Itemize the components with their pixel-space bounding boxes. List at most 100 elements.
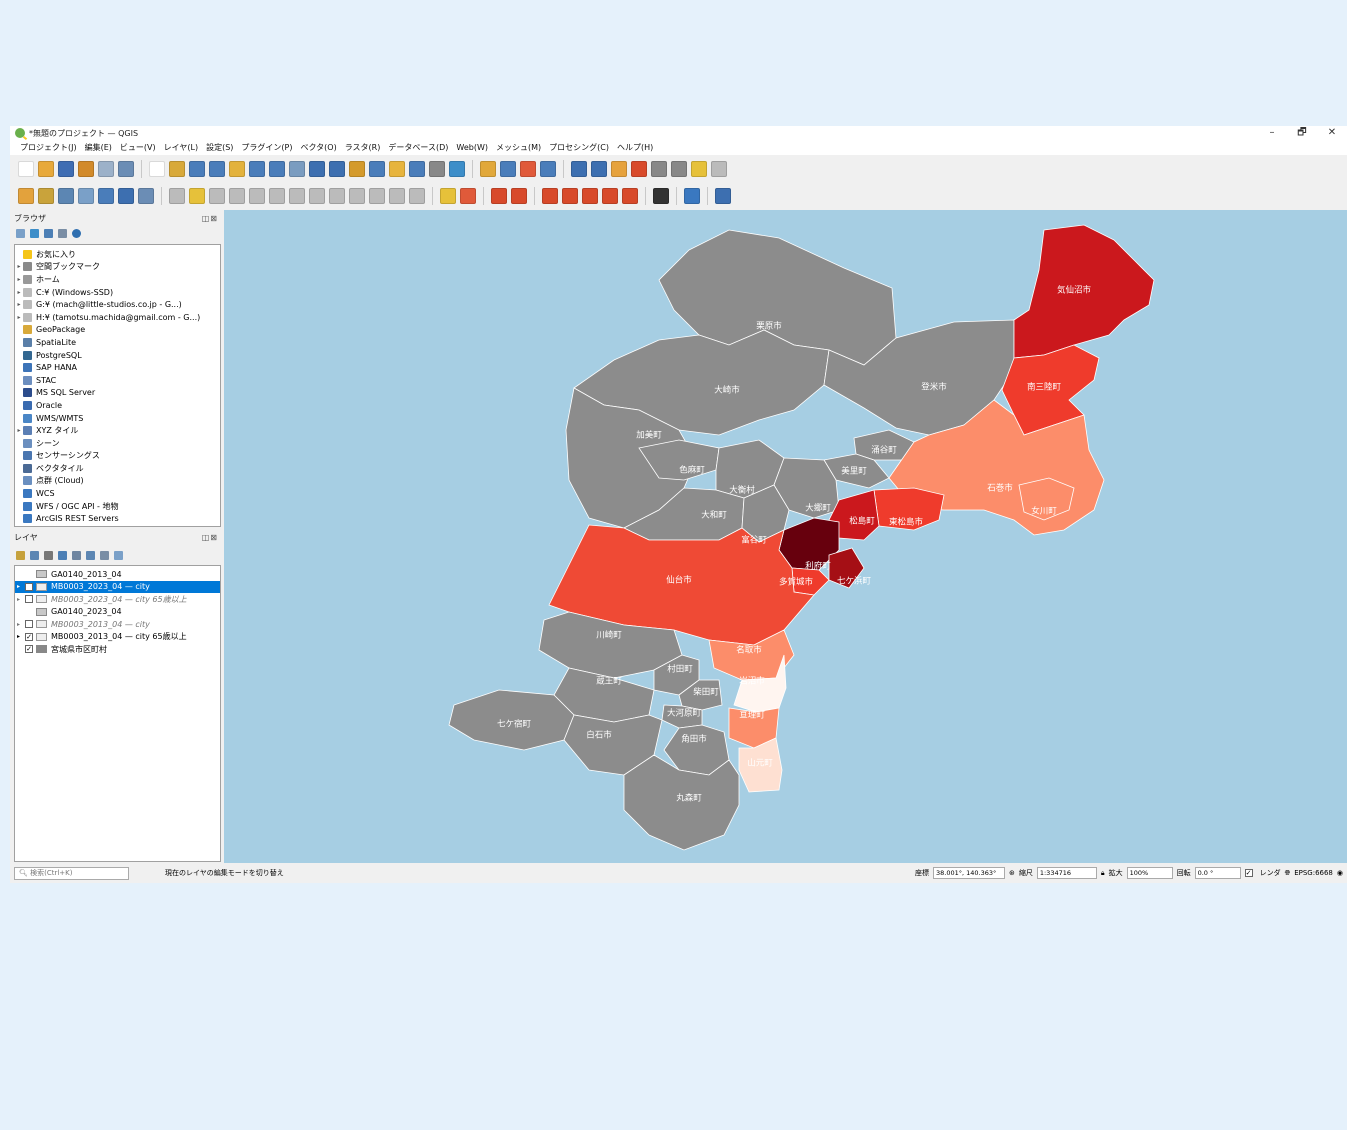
toolbar-tool-icon[interactable]: [209, 188, 225, 204]
refresh-icon[interactable]: [449, 161, 465, 177]
menu-item[interactable]: ラスタ(R): [345, 142, 381, 153]
visibility-icon[interactable]: [44, 550, 53, 560]
toolbar-tool-icon[interactable]: [78, 188, 94, 204]
layer-item[interactable]: GA0140_2023_04: [15, 606, 220, 619]
zoom-out-icon[interactable]: [209, 161, 225, 177]
scale-combo[interactable]: 1:334716: [1036, 867, 1097, 879]
browser-item[interactable]: MS SQL Server: [15, 387, 220, 400]
expand-arrow-icon[interactable]: ▸: [17, 633, 25, 640]
toolbar-tool-icon[interactable]: [309, 188, 325, 204]
browser-item[interactable]: ▸ 空間ブックマーク: [15, 261, 220, 274]
toolbar-tool-icon[interactable]: [369, 188, 385, 204]
maximize-button[interactable]: 🗗: [1287, 126, 1317, 140]
info-icon[interactable]: [72, 228, 81, 238]
browser-item[interactable]: 点群 (Cloud): [15, 475, 220, 488]
open-project-icon[interactable]: [38, 161, 54, 177]
layer-item[interactable]: 宮城県市区町村: [15, 643, 220, 656]
rotation-spinbox[interactable]: 0.0 °: [1194, 867, 1241, 879]
collapse-all-icon[interactable]: [100, 550, 109, 560]
toolbar-tool-icon[interactable]: [138, 188, 154, 204]
measure-icon[interactable]: [671, 161, 687, 177]
menu-item[interactable]: メッシュ(M): [496, 142, 541, 153]
show-bookmarks-icon[interactable]: [409, 161, 425, 177]
toolbar-tool-icon[interactable]: [511, 188, 527, 204]
temporal-controller-icon[interactable]: [429, 161, 445, 177]
layer-item[interactable]: ▸ MB0003_2023_04 — city 65歳以上: [15, 593, 220, 606]
toolbar-tool-icon[interactable]: [329, 188, 345, 204]
layer-item[interactable]: ▸ MB0003_2013_04 — city 65歳以上: [15, 631, 220, 644]
toolbar-tool-icon[interactable]: [491, 188, 507, 204]
menu-item[interactable]: Web(W): [456, 143, 488, 152]
lock-icon[interactable]: 🔒︎: [1101, 869, 1105, 878]
toolbox-icon[interactable]: [611, 161, 627, 177]
coordinate-field[interactable]: 38.001°, 140.363°: [932, 867, 1005, 879]
pan-icon[interactable]: [149, 161, 165, 177]
zoom-last-icon[interactable]: [309, 161, 325, 177]
toolbar-tool-icon[interactable]: [542, 188, 558, 204]
crs-button[interactable]: EPSG:6668: [1294, 869, 1333, 877]
toolbar-tool-icon[interactable]: [118, 188, 134, 204]
toolbar-tool-icon[interactable]: [349, 188, 365, 204]
toolbar-tool-icon[interactable]: [98, 188, 114, 204]
miyagi-map[interactable]: 栗原市大崎市 登米市加美町色麻町 涌谷町美里町大衡村大和町 大郷町富谷町 気仙沼市南三陸…: [224, 210, 1347, 863]
browser-item[interactable]: ▸ ホーム: [15, 273, 220, 286]
toolbar-tool-icon[interactable]: [409, 188, 425, 204]
expand-arrow-icon[interactable]: ▸: [15, 289, 23, 296]
toolbar-tool-icon[interactable]: [582, 188, 598, 204]
menu-item[interactable]: 編集(E): [85, 142, 112, 153]
expand-arrow-icon[interactable]: ▸: [17, 621, 25, 628]
browser-item[interactable]: WMS/WMTS: [15, 412, 220, 425]
select-location-icon[interactable]: [540, 161, 556, 177]
new-print-layout-icon[interactable]: [78, 161, 94, 177]
zoom-full-icon[interactable]: [229, 161, 245, 177]
expand-arrow-icon[interactable]: ▸: [15, 427, 23, 434]
locator-search-input[interactable]: 🔍︎ 検索(Ctrl+K): [14, 866, 129, 880]
toolbar-tool-icon[interactable]: [189, 188, 205, 204]
toolbar-tool-icon[interactable]: [622, 188, 638, 204]
toolbar-tool-icon[interactable]: [269, 188, 285, 204]
zoom-layer-icon[interactable]: [269, 161, 285, 177]
layer-visibility-checkbox[interactable]: [25, 620, 33, 629]
expand-arrow-icon[interactable]: ▸: [15, 301, 23, 308]
toolbar-tool-icon[interactable]: [602, 188, 618, 204]
expand-arrow-icon[interactable]: ▸: [17, 596, 25, 603]
zoom-next-icon[interactable]: [329, 161, 345, 177]
close-button[interactable]: ✕: [1317, 126, 1347, 140]
style-manager-icon[interactable]: [118, 161, 134, 177]
browser-item[interactable]: SpatiaLite: [15, 336, 220, 349]
toolbar-tool-icon[interactable]: [389, 188, 405, 204]
field-calculator-icon[interactable]: [651, 161, 667, 177]
menu-item[interactable]: 設定(S): [206, 142, 233, 153]
browser-item[interactable]: ▸ XYZ タイル: [15, 424, 220, 437]
menu-item[interactable]: ヘルプ(H): [617, 142, 653, 153]
style-icon[interactable]: [16, 550, 25, 560]
expression-filter-icon[interactable]: [72, 550, 81, 560]
toolbar-tool-icon[interactable]: [460, 188, 476, 204]
filter-icon[interactable]: [44, 228, 53, 238]
messages-icon[interactable]: ◉: [1337, 869, 1343, 877]
browser-item[interactable]: センサーシングス: [15, 450, 220, 463]
locator-icon[interactable]: [711, 161, 727, 177]
menu-item[interactable]: レイヤ(L): [164, 142, 198, 153]
browser-item[interactable]: お気に入り: [15, 248, 220, 261]
magnifier-spinbox[interactable]: 100%: [1126, 867, 1173, 879]
attribute-table-icon[interactable]: [591, 161, 607, 177]
menu-item[interactable]: プラグイン(P): [241, 142, 292, 153]
browser-item[interactable]: GeoPackage: [15, 324, 220, 337]
expand-arrow-icon[interactable]: ▸: [17, 583, 25, 590]
browser-item[interactable]: PostgreSQL: [15, 349, 220, 362]
minimize-button[interactable]: –: [1257, 126, 1287, 140]
select-features-icon[interactable]: [480, 161, 496, 177]
crs-globe-icon[interactable]: 🌐︎: [1285, 869, 1291, 878]
browser-item[interactable]: SAP HANA: [15, 361, 220, 374]
toolbar-tool-icon[interactable]: [169, 188, 185, 204]
menu-item[interactable]: ベクタ(O): [301, 142, 337, 153]
layout-manager-icon[interactable]: [98, 161, 114, 177]
map-tips-icon[interactable]: [691, 161, 707, 177]
toolbar-tool-icon[interactable]: [440, 188, 456, 204]
layer-item[interactable]: GA0140_2013_04: [15, 568, 220, 581]
toolbar-tool-icon[interactable]: [684, 188, 700, 204]
toolbar-tool-icon[interactable]: [18, 188, 34, 204]
filter-legend-icon[interactable]: [58, 550, 67, 560]
toolbar-tool-icon[interactable]: [229, 188, 245, 204]
